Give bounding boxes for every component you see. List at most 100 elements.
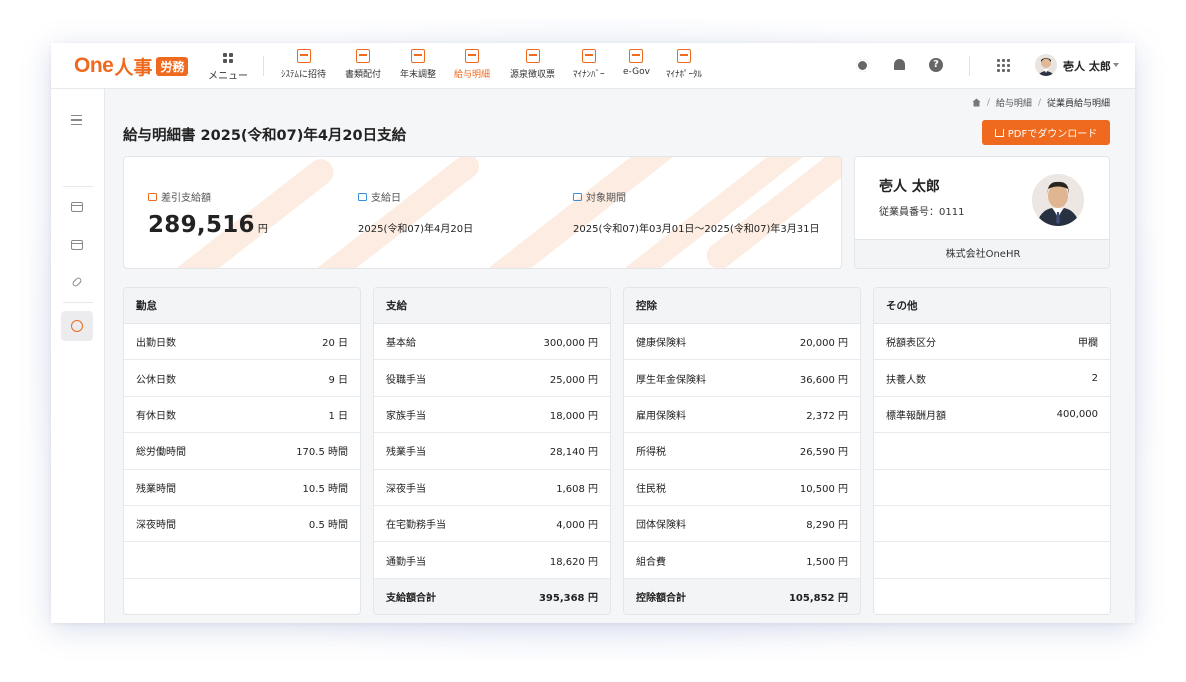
pay-date-label-row: 支給日	[358, 189, 473, 204]
nav-document-distribute[interactable]: 書類配付	[345, 49, 381, 80]
sidebar-divider	[63, 186, 93, 187]
nav-divider	[263, 56, 264, 76]
user-circle-icon	[71, 320, 83, 332]
row-value: 25,000 円	[549, 374, 598, 386]
row-label: 標準報酬月額	[886, 410, 946, 422]
breadcrumb: / 給与明細 / 従業員給与明細	[972, 96, 1110, 109]
sidebar-item-wallet[interactable]	[71, 240, 83, 250]
net-pay-label: 差引支給額	[161, 193, 211, 204]
nav-my-number-label: ﾏｲﾅﾝﾊﾞｰ	[573, 70, 605, 80]
row-value: 8,290 円	[806, 520, 848, 532]
money-icon	[148, 192, 157, 201]
row-label: 深夜時間	[136, 520, 176, 532]
app-logo[interactable]: One 人事 労務	[74, 53, 189, 79]
employee-photo-image	[1032, 174, 1084, 226]
sidebar	[51, 89, 105, 623]
row-value: 20 日	[322, 338, 348, 350]
app-window: One 人事 労務 メニュー ｼｽﾃﾑに招待 書類配付 年末調整 給与明細 源泉…	[51, 43, 1135, 623]
table-row: 基本給 300,000 円	[374, 324, 610, 361]
row-label: 有休日数	[136, 410, 176, 422]
row-value: 20,000 円	[799, 338, 848, 350]
net-pay-unit: 円	[257, 224, 269, 235]
period-block: 対象期間 2025(令和07)年03月01日〜2025(令和07)年3月31日	[573, 189, 820, 235]
summary-card: 差引支給額 289,516 円 支給日 2025(令和07)年4月20日 対象期間…	[123, 156, 842, 269]
home-icon[interactable]	[972, 98, 981, 107]
apps-grid-icon[interactable]	[997, 59, 1010, 72]
invite-icon	[296, 49, 311, 63]
other-panel-title: その他	[874, 288, 1110, 324]
total-label: 支給額合計	[386, 593, 436, 605]
attendance-panel: 勤怠 出勤日数 20 日 公休日数 9 日 有休日数 1 日 総労働時間 170.5 時…	[123, 287, 361, 615]
table-row: 役職手当 25,000 円	[374, 360, 610, 397]
row-label: 雇用保険料	[636, 410, 686, 422]
row-label: 基本給	[386, 338, 416, 350]
sidebar-item-payslip[interactable]	[71, 202, 83, 212]
menu-grid-icon	[223, 53, 233, 63]
gear-icon[interactable]	[856, 59, 869, 72]
row-value: 10.5 時間	[302, 483, 348, 495]
table-row: 標準報酬月額 400,000	[874, 397, 1110, 434]
row-label: 残業時間	[136, 483, 176, 495]
nav-year-end-adjustment-label: 年末調整	[400, 70, 437, 80]
row-value: 170.5 時間	[296, 447, 348, 459]
deductions-panel: 控除 健康保険料 20,000 円 厚生年金保険料 36,600 円 雇用保険料 2,…	[623, 287, 861, 615]
employee-number: 従業員番号：0111	[879, 207, 965, 218]
menu-button[interactable]: メニュー	[208, 51, 248, 82]
table-row: 団体保険料 8,290 円	[624, 506, 860, 543]
pdf-download-button[interactable]: PDFでダウンロード	[982, 120, 1110, 145]
net-pay-value: 289,516	[148, 212, 255, 238]
breadcrumb-separator: /	[1037, 97, 1041, 108]
nav-payslip[interactable]: 給与明細	[454, 49, 490, 80]
nav-year-end-adjustment[interactable]: 年末調整	[400, 49, 436, 80]
employee-company: 株式会社OneHR	[855, 239, 1109, 268]
nav-my-number[interactable]: ﾏｲﾅﾝﾊﾞｰ	[573, 49, 605, 80]
bell-icon[interactable]	[894, 59, 905, 70]
row-value: 18,620 円	[549, 556, 598, 568]
row-label: 公休日数	[136, 374, 176, 386]
user-avatar[interactable]	[1035, 54, 1057, 76]
nav-withholding-slip-label: 源泉徴収票	[510, 70, 556, 80]
sidebar-item-account[interactable]	[61, 311, 93, 341]
nav-egov[interactable]: e-Gov	[623, 49, 650, 77]
payslip-icon	[465, 49, 479, 63]
user-name[interactable]: 壱人 太郎	[1063, 58, 1111, 74]
hamburger-icon[interactable]	[71, 115, 85, 129]
table-row: 住民税 10,500 円	[624, 470, 860, 506]
row-label: 住民税	[636, 483, 666, 495]
row-value: 28,140 円	[549, 447, 598, 459]
period-label-row: 対象期間	[573, 189, 820, 204]
nav-invite-label: ｼｽﾃﾑに招待	[281, 70, 327, 80]
table-row: 出勤日数 20 日	[124, 324, 360, 361]
nav-invite[interactable]: ｼｽﾃﾑに招待	[281, 49, 326, 80]
table-row: 家族手当 18,000 円	[374, 397, 610, 434]
other-panel: その他 税額表区分 甲欄 扶養人数 2 標準報酬月額 400,000	[873, 287, 1111, 615]
table-row: 総労働時間 170.5 時間	[124, 433, 360, 470]
document-distribute-icon	[356, 49, 370, 63]
withholding-slip-icon	[525, 49, 540, 63]
row-value: 36,600 円	[799, 374, 848, 386]
breadcrumb-payslip[interactable]: 給与明細	[996, 96, 1032, 109]
row-label: 組合費	[636, 556, 666, 568]
help-icon[interactable]: ?	[929, 58, 943, 72]
net-pay-amount: 289,516 円	[148, 212, 268, 238]
user-avatar-image	[1037, 58, 1055, 76]
sidebar-item-link[interactable]	[71, 276, 83, 288]
nav-myna-portal[interactable]: ﾏｲﾅﾎﾟｰﾀﾙ	[666, 49, 702, 80]
payments-panel-title: 支給	[374, 288, 610, 324]
row-value: 9 日	[328, 374, 348, 386]
attendance-panel-title: 勤怠	[124, 288, 360, 324]
row-label: 通勤手当	[386, 556, 426, 568]
my-number-icon	[581, 49, 596, 63]
table-row: 雇用保険料 2,372 円	[624, 397, 860, 434]
calendar-icon	[573, 192, 582, 201]
nav-withholding-slip[interactable]: 源泉徴収票	[510, 49, 555, 80]
row-value: 26,590 円	[799, 447, 848, 459]
menu-label: メニュー	[208, 71, 248, 82]
table-row: 所得税 26,590 円	[624, 433, 860, 470]
employee-photo	[1032, 174, 1084, 226]
chevron-down-icon[interactable]	[1113, 63, 1119, 67]
table-row: 組合費 1,500 円	[624, 542, 860, 579]
table-row: 公休日数 9 日	[124, 360, 360, 397]
period-value: 2025(令和07)年03月01日〜2025(令和07)年3月31日	[573, 224, 820, 235]
empty-row	[874, 506, 1110, 543]
